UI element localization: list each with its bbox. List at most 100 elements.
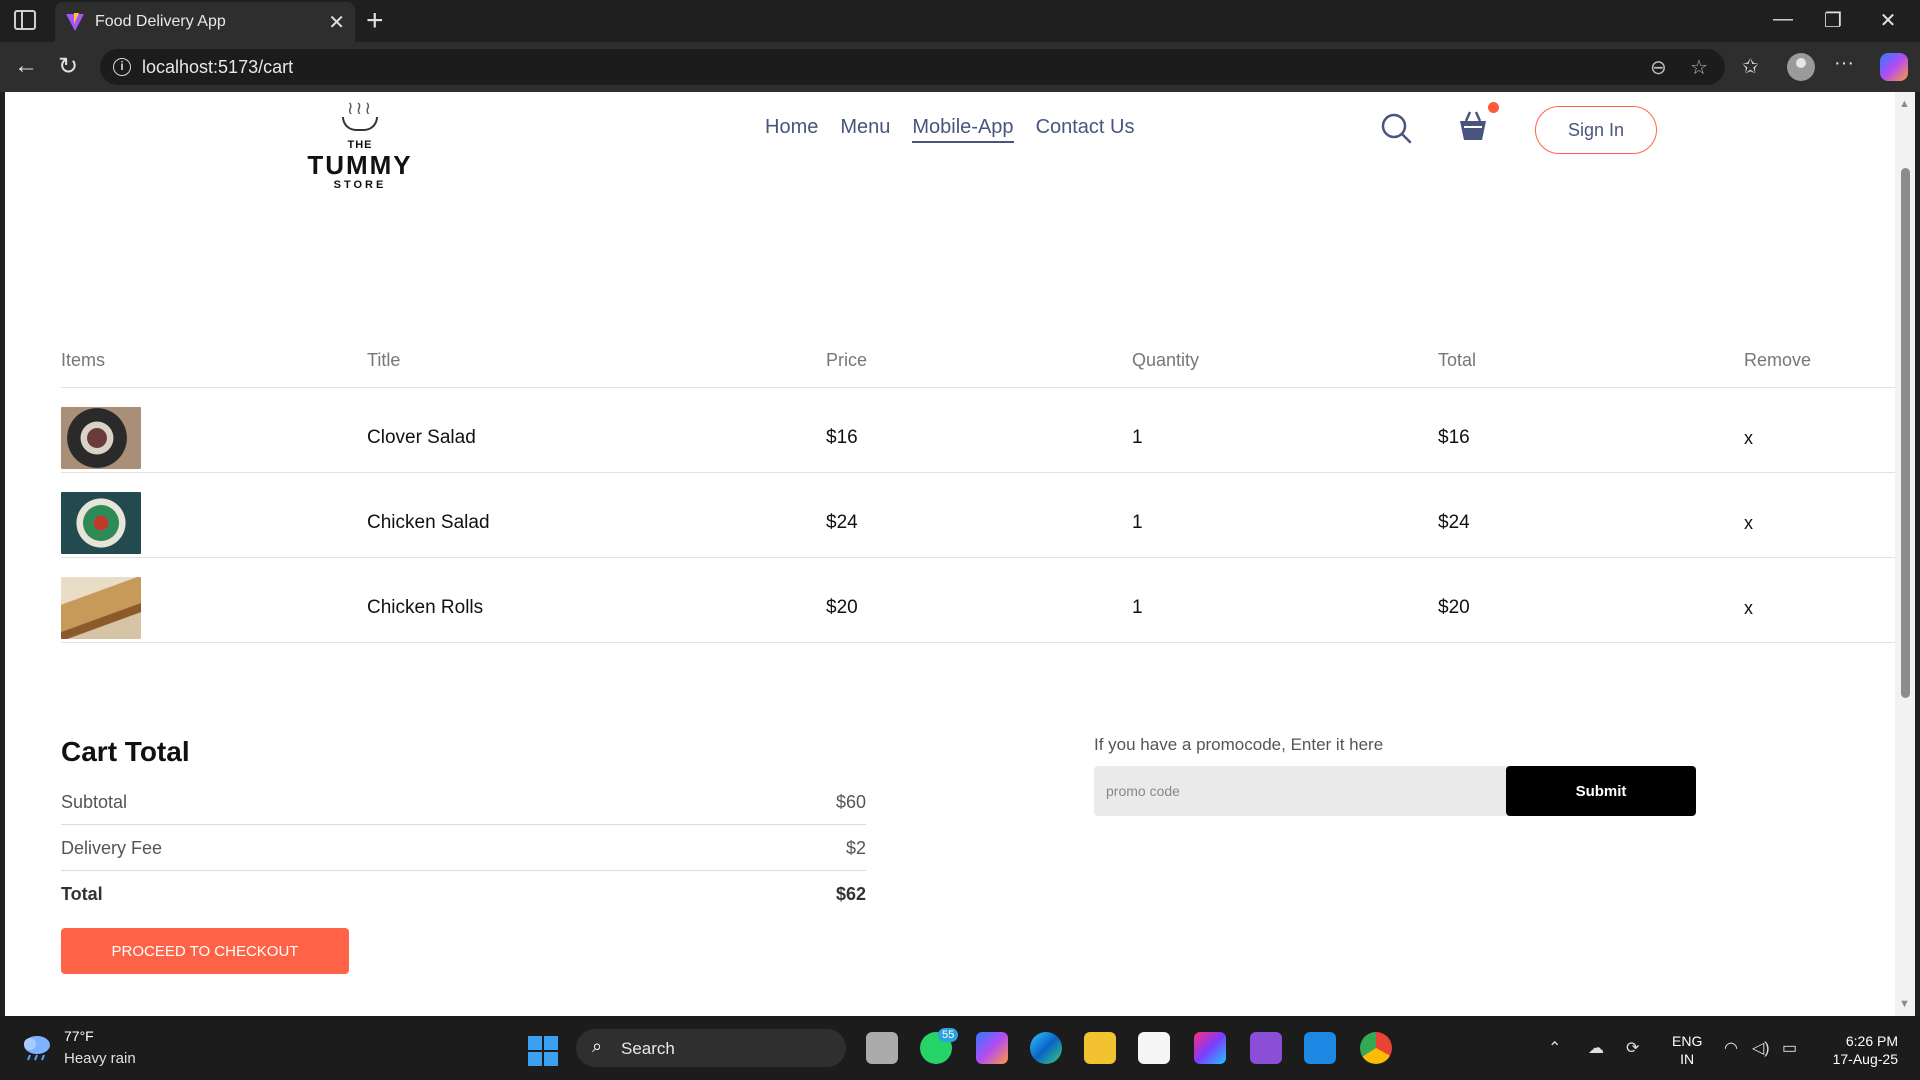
address-bar[interactable]: i localhost:5173/cart ⊖ ☆: [100, 49, 1725, 85]
divider: [61, 557, 1895, 558]
file-explorer-icon[interactable]: [1084, 1032, 1116, 1064]
profile-avatar[interactable]: [1787, 53, 1815, 81]
show-hidden-icons-icon[interactable]: ⌃: [1548, 1038, 1561, 1058]
restore-icon[interactable]: ❐: [1818, 8, 1848, 33]
cart-indicator-dot: [1488, 102, 1499, 113]
system-clock[interactable]: 6:26 PM 17-Aug-25: [1820, 1032, 1898, 1068]
site-info-icon[interactable]: i: [113, 58, 131, 76]
sync-icon[interactable]: ⟳: [1626, 1038, 1639, 1058]
minimize-icon[interactable]: —: [1768, 8, 1798, 31]
wifi-icon[interactable]: ◠: [1724, 1038, 1738, 1058]
item-price: $16: [826, 427, 858, 448]
main-menu: Home Menu Mobile-App Contact Us: [765, 116, 1135, 143]
table-row: Clover Salad $16 1 $16 x: [61, 396, 1895, 480]
item-quantity: 1: [1132, 427, 1143, 448]
item-price: $24: [826, 512, 858, 533]
column-header: Total: [1438, 349, 1477, 370]
favorite-star-icon[interactable]: ☆: [1690, 55, 1708, 80]
nav-contact-us[interactable]: Contact Us: [1036, 116, 1135, 143]
region-code: IN: [1680, 1051, 1695, 1067]
cart-total-heading: Cart Total: [61, 736, 190, 767]
divider: [61, 642, 1895, 643]
scroll-thumb[interactable]: [1901, 168, 1910, 698]
visual-studio-icon[interactable]: [1250, 1032, 1282, 1064]
chrome-icon[interactable]: [1360, 1032, 1392, 1064]
divider: [61, 824, 866, 825]
browser-navigation-bar: ← ↻ i localhost:5173/cart ⊖ ☆ ✩ ···: [0, 42, 1920, 92]
delivery-fee-label: Delivery Fee: [61, 838, 163, 858]
promo-code-input[interactable]: [1094, 766, 1504, 816]
total-line: Total $62: [61, 884, 866, 905]
taskbar-search-label: Search: [621, 1039, 675, 1058]
browser-tab-bar: Food Delivery App ✕ + — ❐ ✕: [0, 0, 1920, 42]
nav-mobile-app[interactable]: Mobile-App: [912, 116, 1014, 143]
vscode-icon[interactable]: [1304, 1032, 1336, 1064]
microsoft-store-icon[interactable]: [1138, 1032, 1170, 1064]
battery-icon[interactable]: ▭: [1782, 1038, 1797, 1058]
search-icon: ⌕: [592, 1036, 603, 1056]
tab-title: Food Delivery App: [95, 13, 226, 30]
volume-icon[interactable]: ◁): [1752, 1038, 1770, 1058]
item-quantity: 1: [1132, 512, 1143, 533]
weather-description[interactable]: Heavy rain: [64, 1050, 136, 1067]
onedrive-icon[interactable]: ☁: [1588, 1038, 1604, 1058]
task-view-icon[interactable]: [866, 1032, 898, 1064]
column-header: Price: [826, 349, 868, 370]
taskbar-search[interactable]: ⌕ Search: [576, 1029, 846, 1067]
language-code: ENG: [1672, 1033, 1703, 1049]
rain-cloud-icon[interactable]: [20, 1033, 54, 1061]
proceed-to-checkout-button[interactable]: PROCEED TO CHECKOUT: [61, 928, 349, 974]
refresh-icon[interactable]: ↻: [58, 52, 78, 81]
scroll-down-icon[interactable]: ▼: [1899, 998, 1910, 1010]
basket-icon[interactable]: [1455, 108, 1491, 144]
sign-in-button[interactable]: Sign In: [1535, 106, 1657, 154]
whatsapp-badge: 55: [938, 1028, 959, 1042]
more-options-icon[interactable]: ···: [1834, 52, 1854, 75]
promo-submit-button[interactable]: Submit: [1506, 766, 1696, 816]
nav-menu[interactable]: Menu: [840, 116, 890, 143]
window-close-icon[interactable]: ✕: [1873, 8, 1903, 33]
language-indicator[interactable]: ENG IN: [1672, 1032, 1702, 1068]
browser-tab[interactable]: Food Delivery App ✕: [55, 2, 355, 42]
nav-home[interactable]: Home: [765, 116, 818, 143]
back-icon[interactable]: ←: [14, 52, 38, 80]
remove-button[interactable]: x: [1744, 598, 1894, 619]
clock-time: 6:26 PM: [1845, 1033, 1898, 1049]
new-tab-icon[interactable]: +: [366, 4, 384, 38]
zoom-icon[interactable]: ⊖: [1650, 55, 1667, 80]
sidebar-toggle-icon[interactable]: [14, 10, 36, 30]
dish-icon: [342, 117, 378, 131]
subtotal-value: $60: [835, 792, 866, 812]
table-row: Chicken Salad $24 1 $24 x: [61, 481, 1895, 565]
item-title: Chicken Rolls: [367, 597, 484, 618]
item-total: $20: [1438, 597, 1470, 618]
item-price: $20: [826, 597, 858, 618]
remove-button[interactable]: x: [1744, 513, 1894, 534]
scroll-up-icon[interactable]: ▲: [1899, 98, 1910, 110]
page-scrollbar[interactable]: ▲ ▼: [1895, 92, 1915, 1016]
weather-temperature[interactable]: 77°F: [64, 1028, 94, 1044]
column-header: Quantity: [1132, 349, 1200, 370]
promo-form: Submit: [1094, 766, 1696, 816]
divider: [61, 870, 866, 871]
search-icon[interactable]: [1380, 112, 1412, 144]
windows-start-icon[interactable]: [528, 1036, 558, 1066]
copilot-app-icon[interactable]: [976, 1032, 1008, 1064]
edge-icon[interactable]: [1030, 1032, 1062, 1064]
column-header: Items: [61, 349, 106, 370]
logo-main-text: TUMMY: [307, 150, 413, 180]
remove-button[interactable]: x: [1744, 428, 1894, 449]
logo[interactable]: ≀≀≀ THE TUMMY STORE: [300, 99, 420, 191]
divider: [61, 387, 1895, 388]
tab-close-icon[interactable]: ✕: [328, 10, 345, 35]
promo-label: If you have a promocode, Enter it here: [1094, 735, 1384, 754]
favorites-icon[interactable]: ✩: [1742, 54, 1759, 79]
subtotal-label: Subtotal: [61, 792, 128, 812]
copilot-icon[interactable]: [1880, 53, 1908, 81]
subtotal-line: Subtotal $60: [61, 792, 866, 813]
table-row: Chicken Rolls $20 1 $20 x: [61, 566, 1895, 650]
clock-date: 17-Aug-25: [1832, 1051, 1898, 1067]
url-text[interactable]: localhost:5173/cart: [142, 57, 293, 78]
column-header: Remove: [1744, 349, 1812, 370]
jetbrains-icon[interactable]: [1194, 1032, 1226, 1064]
